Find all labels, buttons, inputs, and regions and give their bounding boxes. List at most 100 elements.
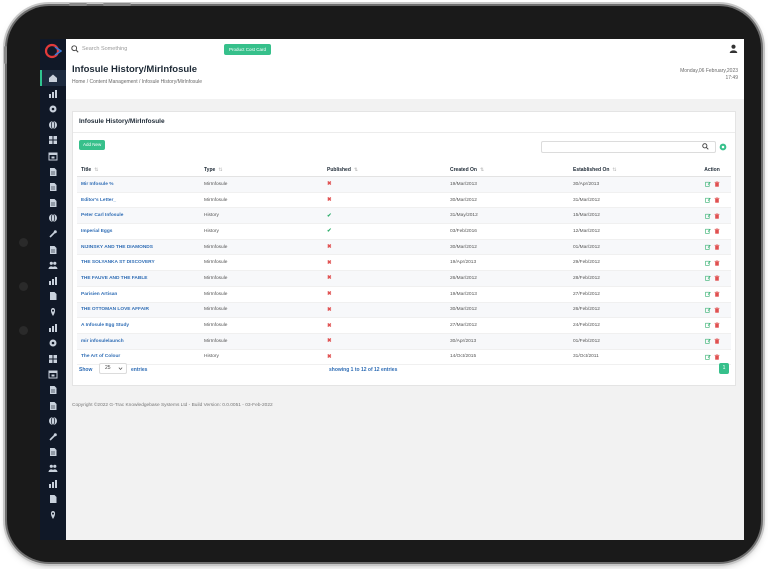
delete-icon[interactable] bbox=[714, 181, 720, 187]
data-table: Title ⇅ Type ⇅ Published ⇅ Created On ⇅ Esta… bbox=[77, 163, 731, 366]
row-created-on: 31/May/2012 bbox=[446, 207, 569, 225]
row-established-on: 01/Feb/2012 bbox=[569, 333, 693, 350]
row-title-link[interactable]: mir infosulelaunch bbox=[77, 333, 200, 350]
sidebar-item-document[interactable] bbox=[48, 447, 58, 457]
app-screen: Product Cost Card Infosule History/MirIn… bbox=[40, 39, 744, 540]
row-actions bbox=[693, 239, 731, 256]
row-actions bbox=[693, 333, 731, 350]
hardware-button-side bbox=[4, 46, 7, 64]
users-icon bbox=[48, 261, 58, 270]
edit-icon[interactable] bbox=[704, 307, 711, 313]
row-title-link[interactable]: Editor's Letter_ bbox=[77, 192, 200, 209]
row-title-link[interactable]: Parisien Artisan bbox=[77, 286, 200, 303]
sidebar-item-pin[interactable] bbox=[48, 510, 58, 520]
sidebar-item-users[interactable] bbox=[48, 260, 58, 270]
sidebar-item-chart[interactable] bbox=[48, 323, 58, 333]
delete-icon[interactable] bbox=[714, 307, 720, 313]
delete-icon[interactable] bbox=[714, 354, 720, 360]
edit-icon[interactable] bbox=[704, 228, 711, 234]
column-header-established-on[interactable]: Established On ⇅ bbox=[569, 163, 693, 177]
sidebar-item-tool[interactable] bbox=[48, 229, 58, 239]
row-title-link[interactable]: Mir Infosule % bbox=[77, 176, 200, 193]
delete-icon[interactable] bbox=[714, 338, 720, 344]
row-title-link[interactable]: Peter Carl Infosule bbox=[77, 207, 200, 225]
sidebar-item-chart[interactable] bbox=[48, 89, 58, 99]
row-published: ✖ bbox=[323, 333, 446, 350]
row-type: MirInfosule bbox=[200, 317, 323, 334]
row-title-link[interactable]: Imperial Eggs bbox=[77, 223, 200, 240]
sidebar-item-chart[interactable] bbox=[48, 276, 58, 286]
sidebar-item-file[interactable] bbox=[48, 494, 58, 504]
gear-icon[interactable] bbox=[719, 143, 727, 151]
column-header-published[interactable]: Published ⇅ bbox=[323, 163, 446, 177]
sidebar-item-document[interactable] bbox=[48, 245, 58, 255]
sidebar-item-gear[interactable] bbox=[48, 338, 58, 348]
edit-icon[interactable] bbox=[704, 260, 711, 266]
page-size-select[interactable]: 25 bbox=[99, 363, 127, 374]
add-new-button[interactable]: Add New bbox=[79, 140, 106, 150]
edit-icon[interactable] bbox=[704, 322, 711, 329]
sidebar-item-settings[interactable] bbox=[48, 104, 58, 114]
edit-icon[interactable] bbox=[704, 338, 711, 344]
sidebar-item-globe[interactable] bbox=[48, 213, 58, 223]
sidebar-item-pin[interactable] bbox=[48, 307, 58, 317]
sidebar-item-grid[interactable] bbox=[48, 354, 58, 364]
column-header-type[interactable]: Type ⇅ bbox=[200, 163, 323, 177]
sidebar-item-document[interactable] bbox=[48, 401, 58, 411]
column-header-title[interactable]: Title ⇅ bbox=[77, 163, 200, 177]
sidebar-item-document[interactable] bbox=[48, 198, 58, 208]
search-icon[interactable] bbox=[702, 143, 709, 150]
sidebar-item-chart[interactable] bbox=[48, 479, 58, 489]
breadcrumb[interactable]: Home / Content Management / Infosule His… bbox=[72, 79, 202, 85]
edit-icon[interactable] bbox=[704, 213, 711, 219]
row-title-link[interactable]: The Art of Colour bbox=[77, 349, 200, 366]
sidebar-item-globe[interactable] bbox=[48, 416, 58, 426]
sidebar-item-home[interactable] bbox=[48, 73, 58, 83]
column-header-created-on[interactable]: Created On ⇅ bbox=[446, 163, 569, 177]
sidebar-item-document[interactable] bbox=[48, 167, 58, 177]
global-search-input[interactable] bbox=[82, 43, 222, 55]
sidebar-item-users[interactable] bbox=[48, 463, 58, 473]
delete-icon[interactable] bbox=[714, 197, 720, 203]
edit-icon[interactable] bbox=[704, 354, 711, 360]
sidebar-item-calendar[interactable] bbox=[48, 369, 58, 379]
chart-icon bbox=[49, 323, 57, 332]
row-type: MirInfosule bbox=[200, 270, 323, 287]
sidebar-item-grid[interactable] bbox=[48, 135, 58, 145]
user-icon[interactable] bbox=[729, 44, 738, 53]
search-icon bbox=[71, 45, 79, 53]
sidebar-item-calendar[interactable] bbox=[48, 151, 58, 161]
chart-icon bbox=[49, 89, 57, 98]
table-filter-input[interactable] bbox=[541, 141, 716, 153]
column-label: Type bbox=[204, 166, 216, 173]
row-title-link[interactable]: THE OTTOMAN LOVE AFFAIR bbox=[77, 302, 200, 319]
sidebar-item-file[interactable] bbox=[48, 291, 58, 301]
product-cost-card-button[interactable]: Product Cost Card bbox=[224, 44, 272, 55]
pin-icon bbox=[50, 308, 56, 316]
sidebar-item-document[interactable] bbox=[48, 385, 58, 395]
delete-icon[interactable] bbox=[714, 259, 720, 266]
delete-icon[interactable] bbox=[714, 322, 720, 329]
delete-icon[interactable] bbox=[714, 275, 720, 282]
pagination-page-button[interactable]: 1 bbox=[719, 363, 729, 374]
edit-icon[interactable] bbox=[704, 291, 711, 297]
cross-icon: ✖ bbox=[327, 291, 332, 298]
row-title-link[interactable]: A Infosule Egg Study bbox=[77, 317, 200, 334]
sidebar-item-document[interactable] bbox=[48, 182, 58, 192]
delete-icon[interactable] bbox=[714, 244, 720, 250]
row-published: ✖ bbox=[323, 270, 446, 287]
sidebar-item-tool[interactable] bbox=[48, 432, 58, 442]
delete-icon[interactable] bbox=[714, 228, 720, 234]
edit-icon[interactable] bbox=[704, 181, 711, 187]
row-title-link[interactable]: THE SOLYANKA ST DISCOVERY bbox=[77, 254, 200, 272]
edit-icon[interactable] bbox=[704, 275, 711, 282]
table-info: showing 1 to 12 of 12 entries bbox=[329, 367, 398, 373]
row-title-link[interactable]: NIJINSKY AND THE DIAMONDS bbox=[77, 239, 200, 256]
sidebar-item-globe[interactable] bbox=[48, 120, 58, 130]
edit-icon[interactable] bbox=[704, 244, 711, 250]
row-created-on: 30/Mar/2012 bbox=[446, 239, 569, 256]
edit-icon[interactable] bbox=[704, 197, 711, 203]
row-title-link[interactable]: THE FAUVE AND THE FABLE bbox=[77, 270, 200, 287]
delete-icon[interactable] bbox=[714, 212, 720, 219]
delete-icon[interactable] bbox=[714, 291, 720, 297]
